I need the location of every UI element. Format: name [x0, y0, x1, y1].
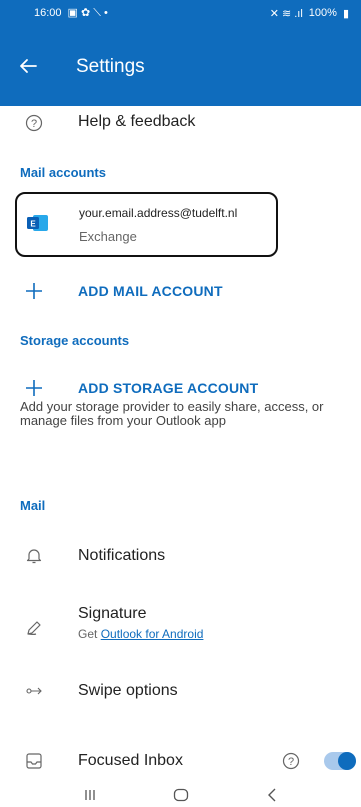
back-arrow-icon: [20, 59, 37, 73]
swipe-options-label: Swipe options: [78, 682, 178, 699]
focused-inbox-label: Focused Inbox: [78, 752, 183, 769]
plus-icon: [22, 279, 46, 303]
back-button[interactable]: [16, 54, 40, 78]
inbox-icon: [22, 749, 46, 773]
signature-subtitle: Get Outlook for Android: [78, 627, 203, 641]
back-nav-button[interactable]: [262, 786, 282, 804]
help-feedback-row[interactable]: ? Help & feedback: [0, 108, 361, 138]
add-mail-account-label: ADD MAIL ACCOUNT: [78, 283, 223, 299]
chevron-left-icon: [268, 788, 276, 802]
status-bar: 16:00 ▣ ✿ ⟍ • ✕ ≋ .ıl 100% ▮: [0, 0, 361, 26]
focused-inbox-row[interactable]: Focused Inbox ?: [0, 746, 361, 776]
svg-text:?: ?: [31, 118, 37, 130]
account-email: your.email.address@tudelft.nl: [79, 206, 238, 220]
status-time: 16:00: [34, 7, 62, 19]
help-icon: ?: [22, 111, 46, 135]
recents-icon: [85, 790, 95, 800]
bell-icon: [22, 544, 46, 568]
exchange-icon: E: [27, 215, 48, 231]
add-storage-account-label: ADD STORAGE ACCOUNT: [78, 380, 259, 396]
add-mail-account-button[interactable]: ADD MAIL ACCOUNT: [0, 276, 361, 306]
signature-subtitle-prefix: Get: [78, 627, 101, 641]
system-nav-bar: [0, 782, 361, 807]
mail-account-item[interactable]: E your.email.address@tudelft.nl Exchange: [15, 192, 278, 257]
section-storage-accounts: Storage accounts: [20, 333, 130, 348]
outlook-android-link[interactable]: Outlook for Android: [101, 627, 204, 641]
storage-description: Add your storage provider to easily shar…: [20, 399, 324, 428]
toggle-knob: [338, 752, 356, 770]
home-button[interactable]: [171, 786, 191, 804]
home-icon: [173, 788, 189, 802]
signature-row[interactable]: Signature Get Outlook for Android: [0, 603, 361, 645]
focused-inbox-help-icon[interactable]: ?: [282, 752, 300, 770]
pen-icon: [22, 616, 46, 640]
account-type: Exchange: [79, 229, 137, 244]
swipe-options-row[interactable]: Swipe options: [0, 676, 361, 706]
signature-label: Signature: [78, 605, 147, 622]
battery-level: 100%: [308, 7, 337, 19]
svg-text:E: E: [30, 220, 36, 229]
signal-icons: ✕ ≋ .ıl: [269, 7, 303, 20]
svg-text:?: ?: [288, 756, 294, 768]
plus-icon: [22, 376, 46, 400]
help-feedback-label: Help & feedback: [78, 113, 196, 130]
focused-inbox-toggle[interactable]: [324, 752, 356, 770]
swipe-icon: [22, 679, 46, 703]
notifications-row[interactable]: Notifications: [0, 541, 361, 571]
page-title: Settings: [76, 56, 145, 77]
recents-button[interactable]: [80, 786, 100, 804]
notifications-label: Notifications: [78, 547, 166, 564]
app-bar: Settings: [0, 26, 361, 106]
status-notification-icons: ▣ ✿ ⟍ •: [67, 7, 108, 19]
section-mail-accounts: Mail accounts: [20, 165, 106, 180]
section-mail: Mail: [20, 498, 46, 513]
battery-icon: ▮: [342, 7, 349, 20]
